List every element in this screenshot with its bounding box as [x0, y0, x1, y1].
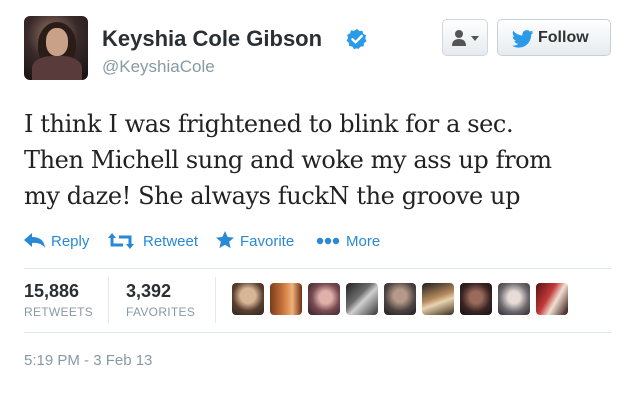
favoriter-avatar[interactable]: [346, 283, 378, 315]
more-label: More: [346, 233, 381, 250]
favorite-label: Favorite: [240, 233, 295, 250]
reply-label: Reply: [51, 233, 90, 250]
favoriter-avatar[interactable]: [232, 283, 264, 315]
user-actions-dropdown-button[interactable]: [442, 19, 488, 56]
reply-arrow-icon: [24, 233, 45, 248]
tweet-text: I think I was frightened to blink for a …: [24, 106, 604, 214]
user-handle[interactable]: @KeyshiaCole: [102, 57, 215, 77]
retweet-count-label: RETWEETS: [24, 305, 94, 319]
favorite-count-label: FAVORITES: [126, 305, 196, 319]
favoriter-avatar[interactable]: [270, 283, 302, 315]
follow-button[interactable]: Follow: [497, 19, 611, 56]
user-display-name[interactable]: Keyshia Cole Gibson: [102, 26, 322, 52]
avatar-face: [46, 28, 68, 56]
tweet-line: Then Michell sung and woke my ass up fro…: [24, 146, 552, 174]
divider: [24, 332, 612, 333]
favoriter-avatar[interactable]: [384, 283, 416, 315]
user-dropdown-icon: [452, 30, 479, 46]
favoriter-avatar[interactable]: [460, 283, 492, 315]
verified-badge-icon: [346, 28, 367, 50]
retweet-label: Retweet: [143, 233, 199, 250]
retweet-count[interactable]: 15,886: [24, 281, 79, 302]
stat-divider: [108, 277, 109, 323]
ellipsis-icon: [316, 237, 340, 245]
divider: [24, 268, 612, 269]
favoriter-avatar[interactable]: [498, 283, 530, 315]
avatar-body: [32, 56, 82, 80]
twitter-bird-icon: [512, 30, 534, 48]
favoriter-avatar[interactable]: [308, 283, 340, 315]
tweet-line: my daze! She always fuckN the groove up: [24, 182, 521, 210]
follow-button-label: Follow: [538, 29, 589, 46]
tweet-timestamp[interactable]: 5:19 PM - 3 Feb 13: [24, 352, 152, 369]
favorite-count[interactable]: 3,392: [126, 281, 171, 302]
favoriter-avatar[interactable]: [536, 283, 568, 315]
retweet-icon: [108, 233, 134, 249]
stat-divider: [215, 277, 216, 323]
star-icon: [216, 231, 234, 249]
profile-avatar[interactable]: [24, 16, 88, 80]
favoriter-avatar[interactable]: [422, 283, 454, 315]
tweet-line: I think I was frightened to blink for a …: [24, 110, 514, 138]
